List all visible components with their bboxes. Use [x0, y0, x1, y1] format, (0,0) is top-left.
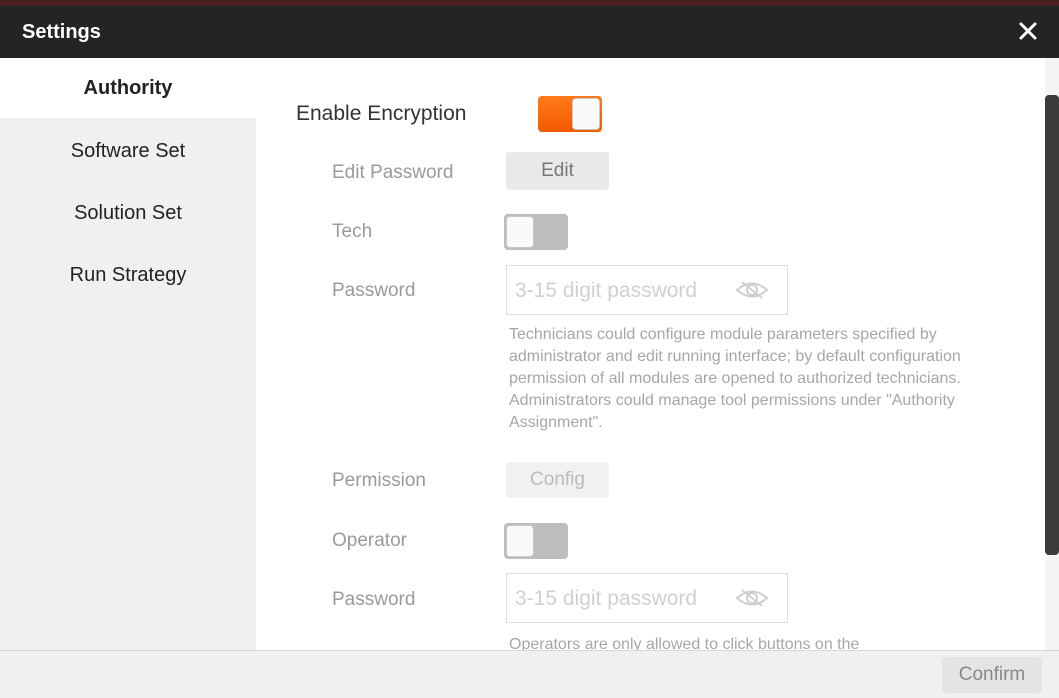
operator-password-box	[506, 573, 788, 623]
sidebar-item-run-strategy[interactable]: Run Strategy	[0, 245, 256, 305]
close-icon	[1019, 22, 1037, 40]
tech-label: Tech	[332, 221, 373, 242]
dialog-footer: Confirm	[0, 650, 1059, 698]
toggle-knob	[572, 98, 600, 130]
operator-password-label: Password	[332, 589, 416, 610]
tech-toggle[interactable]	[504, 214, 568, 250]
eye-icon[interactable]	[735, 587, 769, 609]
edit-password-label: Edit Password	[332, 162, 454, 183]
tech-description: Technicians could configure module param…	[509, 326, 961, 431]
sidebar-item-authority[interactable]: Authority	[0, 58, 256, 118]
operator-description: Operators are only allowed to click butt…	[509, 636, 860, 650]
operator-toggle[interactable]	[504, 523, 568, 559]
sidebar-item-solution-set[interactable]: Solution Set	[0, 183, 256, 243]
enable-encryption-label: Enable Encryption	[296, 102, 467, 125]
enable-encryption-toggle[interactable]	[538, 96, 602, 132]
tech-password-input[interactable]	[513, 274, 737, 308]
settings-sidebar: Authority Software Set Solution Set Run …	[0, 58, 256, 650]
toggle-knob	[506, 525, 534, 557]
tech-password-box	[506, 265, 788, 315]
authority-panel: Enable Encryption Edit Password Edit Tec…	[256, 58, 1045, 650]
dialog-title: Settings	[22, 21, 101, 43]
eye-icon[interactable]	[735, 279, 769, 301]
tech-password-label: Password	[332, 280, 416, 301]
title-bar: Settings	[0, 6, 1059, 58]
confirm-button[interactable]: Confirm	[942, 657, 1042, 693]
permission-config-button[interactable]: Config	[506, 462, 609, 498]
operator-password-input[interactable]	[513, 582, 737, 616]
vertical-scrollbar[interactable]	[1045, 58, 1059, 650]
sidebar-item-software-set[interactable]: Software Set	[0, 121, 256, 181]
permission-label: Permission	[332, 470, 426, 491]
operator-label: Operator	[332, 530, 407, 551]
close-button[interactable]	[1013, 16, 1043, 46]
toggle-knob	[506, 216, 534, 248]
settings-dialog: Settings Authority Software Set Solution…	[0, 0, 1059, 698]
scrollbar-thumb[interactable]	[1045, 95, 1059, 555]
edit-password-button[interactable]: Edit	[506, 152, 609, 190]
